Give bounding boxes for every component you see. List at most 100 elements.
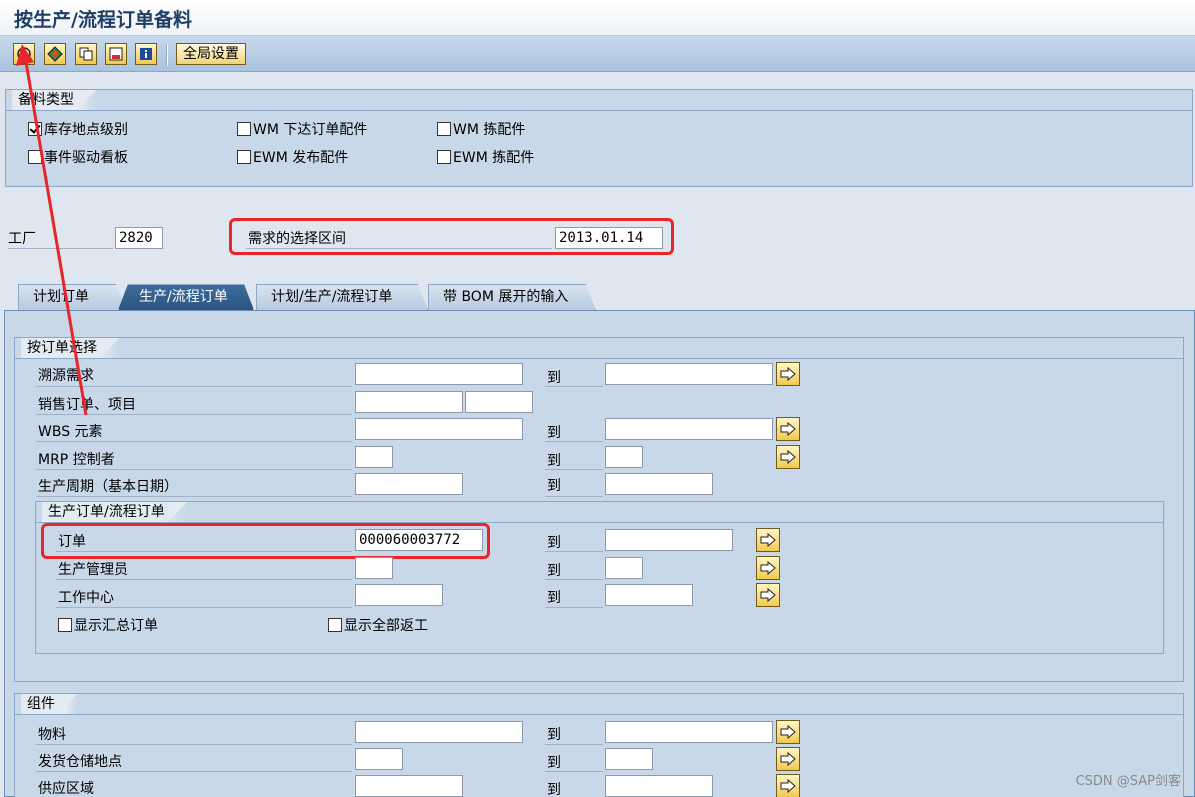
material-label: 物料 — [38, 727, 66, 743]
sales-order-item-input[interactable] — [465, 391, 533, 413]
source-requirement-from-input[interactable] — [355, 363, 523, 385]
source-requirement-to-input[interactable] — [605, 363, 773, 385]
save-variant-button[interactable] — [105, 43, 127, 65]
toolbar-separator — [166, 44, 168, 66]
checkbox-label: EWM 发布配件 — [253, 150, 349, 166]
info-icon — [140, 48, 152, 60]
multiple-selection-button[interactable] — [776, 362, 800, 386]
mrp-controller-label: MRP 控制者 — [38, 452, 115, 468]
sales-order-item-label: 销售订单、项目 — [38, 397, 136, 413]
variant-icon — [47, 46, 63, 62]
arrow-right-icon — [760, 588, 776, 602]
arrow-right-icon — [760, 561, 776, 575]
to-label: 到 — [547, 590, 561, 606]
to-label: 到 — [547, 535, 561, 551]
group-title: 按订单选择 — [21, 338, 119, 358]
global-settings-button[interactable]: 全局设置 — [176, 43, 246, 65]
tab-planned-orders[interactable]: 计划订单 — [18, 284, 126, 310]
tab-bom-explosion-input[interactable]: 带 BOM 展开的输入 — [428, 284, 596, 310]
to-label: 到 — [547, 370, 561, 386]
production-period-label: 生产周期（基本日期） — [38, 479, 178, 495]
checkbox-show-all-rework[interactable]: 显示全部返工 — [328, 615, 428, 635]
group-title: 组件 — [21, 694, 77, 714]
production-period-from-input[interactable] — [355, 473, 463, 495]
production-period-to-input[interactable] — [605, 473, 713, 495]
supply-area-from-input[interactable] — [355, 775, 463, 797]
checkbox-wm-release-order-parts[interactable]: WM 下达订单配件 — [237, 119, 367, 139]
arrow-right-icon — [780, 752, 796, 766]
checkbox-label: EWM 拣配件 — [453, 150, 535, 166]
wbs-element-to-input[interactable] — [605, 418, 773, 440]
execute-icon — [17, 47, 31, 61]
to-label: 到 — [547, 425, 561, 441]
supply-area-to-input[interactable] — [605, 775, 713, 797]
arrow-right-icon — [780, 367, 796, 381]
highlight-box — [41, 523, 490, 559]
to-label: 到 — [547, 727, 561, 743]
save-variant-icon — [109, 47, 123, 61]
execute-button[interactable] — [13, 43, 35, 65]
checkbox-label: 显示全部返工 — [344, 618, 428, 634]
group-title: 生产订单/流程订单 — [42, 502, 187, 522]
get-variant-button[interactable] — [44, 43, 66, 65]
multiple-selection-button[interactable] — [756, 528, 780, 552]
checkbox-show-collective-orders[interactable]: 显示汇总订单 — [58, 615, 158, 635]
multiple-selection-button[interactable] — [776, 774, 800, 797]
checkbox-wm-pick-parts[interactable]: WM 拣配件 — [437, 119, 525, 139]
checkbox-ewm-pick-parts[interactable]: EWM 拣配件 — [437, 147, 534, 167]
multiple-selection-button[interactable] — [776, 417, 800, 441]
to-label: 到 — [547, 755, 561, 771]
checkbox-storage-location-level[interactable]: 库存地点级别 — [28, 119, 128, 139]
issue-storage-location-from-input[interactable] — [355, 748, 403, 770]
production-supervisor-from-input[interactable] — [355, 557, 393, 579]
to-label: 到 — [547, 563, 561, 579]
checkbox-label: 显示汇总订单 — [74, 618, 158, 634]
checkbox[interactable] — [437, 150, 451, 164]
info-button[interactable] — [135, 43, 157, 65]
checkbox-label: WM 下达订单配件 — [253, 122, 368, 138]
page-title: 按生产/流程订单备料 — [14, 9, 192, 31]
wbs-element-from-input[interactable] — [355, 418, 523, 440]
production-supervisor-label: 生产管理员 — [58, 562, 128, 578]
work-center-label: 工作中心 — [58, 590, 114, 606]
production-supervisor-to-input[interactable] — [605, 557, 643, 579]
copy-button[interactable] — [75, 43, 97, 65]
work-center-from-input[interactable] — [355, 584, 443, 606]
arrow-right-icon — [780, 779, 796, 793]
checkbox[interactable] — [328, 618, 342, 632]
mrp-controller-from-input[interactable] — [355, 446, 393, 468]
wbs-element-label: WBS 元素 — [38, 424, 103, 440]
multiple-selection-button[interactable] — [776, 720, 800, 744]
checkbox[interactable] — [28, 150, 42, 164]
mrp-controller-to-input[interactable] — [605, 446, 643, 468]
issue-storage-location-label: 发货仓储地点 — [38, 754, 122, 770]
checkbox[interactable] — [28, 122, 42, 136]
checkbox[interactable] — [58, 618, 72, 632]
checkbox[interactable] — [437, 122, 451, 136]
issue-storage-location-to-input[interactable] — [605, 748, 653, 770]
multiple-selection-button[interactable] — [776, 445, 800, 469]
order-to-input[interactable] — [605, 529, 733, 551]
plant-label: 工厂 — [8, 231, 36, 247]
material-from-input[interactable] — [355, 721, 523, 743]
checkbox[interactable] — [237, 122, 251, 136]
to-label: 到 — [547, 453, 561, 469]
checkbox-ewm-release-parts[interactable]: EWM 发布配件 — [237, 147, 348, 167]
group-title: 备料类型 — [12, 90, 96, 110]
material-to-input[interactable] — [605, 721, 773, 743]
checkbox[interactable] — [237, 150, 251, 164]
source-requirement-label: 溯源需求 — [38, 368, 94, 384]
plant-input[interactable]: 2820 — [115, 227, 163, 249]
multiple-selection-button[interactable] — [776, 747, 800, 771]
multiple-selection-button[interactable] — [756, 583, 780, 607]
work-center-to-input[interactable] — [605, 584, 693, 606]
staging-type-group: 备料类型 — [5, 89, 1193, 187]
checkbox-event-driven-kanban[interactable]: 事件驱动看板 — [28, 147, 128, 167]
tab-production-process-orders[interactable]: 生产/流程订单 — [118, 284, 254, 310]
arrow-right-icon — [780, 450, 796, 464]
supply-area-label: 供应区域 — [38, 781, 94, 797]
multiple-selection-button[interactable] — [756, 556, 780, 580]
sales-order-input[interactable] — [355, 391, 463, 413]
tab-planned-production-orders[interactable]: 计划/生产/流程订单 — [256, 284, 428, 310]
title-bar: 按生产/流程订单备料 — [0, 0, 1195, 36]
